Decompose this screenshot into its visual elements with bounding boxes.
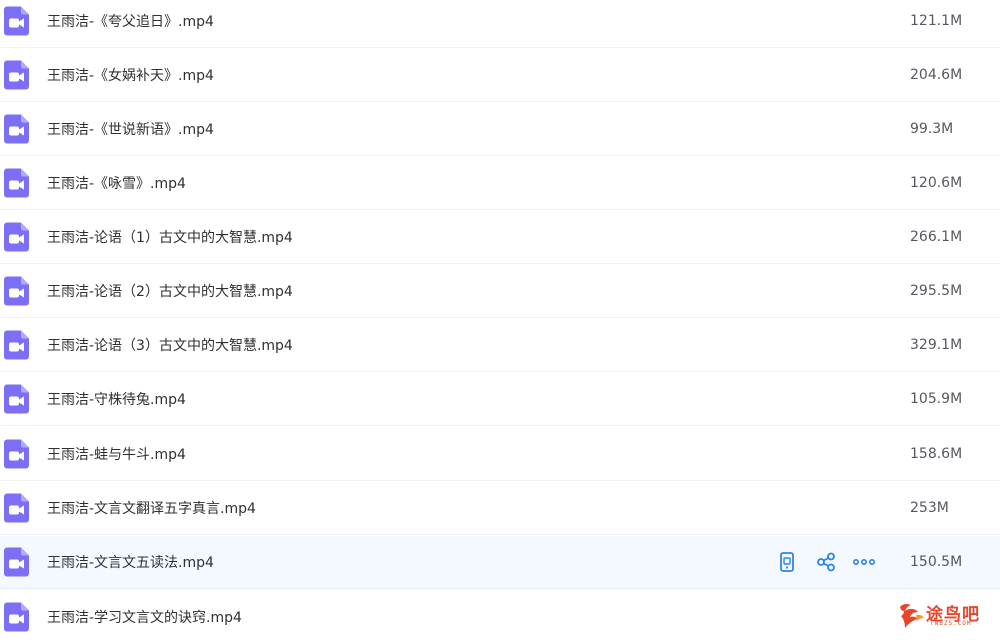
file-row[interactable]: 王雨洁-论语（2）古文中的大智慧.mp4 295.5M: [0, 265, 1000, 318]
file-name[interactable]: 王雨洁-蛙与牛斗.mp4: [47, 444, 186, 464]
video-file-icon: [4, 6, 29, 36]
file-row-hovered[interactable]: 王雨洁-文言文五读法.mp4 150.5M: [0, 536, 1000, 589]
file-name[interactable]: 王雨洁-学习文言文的诀窍.mp4: [47, 607, 242, 627]
file-size: 204.6M: [910, 67, 963, 83]
file-size: 295.5M: [910, 283, 963, 299]
file-size: 99.3M: [910, 121, 954, 137]
file-list: 王雨洁-《夸父追日》.mp4 121.1M 王雨洁-《女娲补天》.mp4 204…: [0, 0, 1000, 636]
file-size: 266.1M: [910, 229, 963, 245]
file-row[interactable]: 王雨洁-论语（3）古文中的大智慧.mp4 329.1M: [0, 319, 1000, 372]
watermark-subtext: TNBZS.COM: [930, 620, 972, 627]
file-row[interactable]: 王雨洁-《女娲补天》.mp4 204.6M: [0, 49, 1000, 102]
video-file-icon: [4, 114, 29, 144]
video-file-icon: [4, 60, 29, 90]
file-name[interactable]: 王雨洁-守株待兔.mp4: [47, 389, 186, 409]
file-row[interactable]: 王雨洁-《咏雪》.mp4 120.6M: [0, 157, 1000, 210]
phone-icon[interactable]: [776, 551, 798, 573]
file-name[interactable]: 王雨洁-《咏雪》.mp4: [47, 173, 186, 193]
video-file-icon: [4, 602, 29, 631]
file-name[interactable]: 王雨洁-论语（1）古文中的大智慧.mp4: [47, 227, 293, 247]
file-row[interactable]: 王雨洁-文言文翻译五字真言.mp4 253M: [0, 482, 1000, 535]
watermark-bird-icon: [900, 603, 924, 628]
watermark-logo: 途鸟吧 TNBZS.COM: [896, 600, 992, 630]
file-name[interactable]: 王雨洁-论语（3）古文中的大智慧.mp4: [47, 335, 293, 355]
file-row[interactable]: 王雨洁-蛙与牛斗.mp4 158.6M: [0, 428, 1000, 481]
share-icon[interactable]: [815, 551, 837, 573]
file-name[interactable]: 王雨洁-《夸父追日》.mp4: [47, 11, 214, 31]
file-name[interactable]: 王雨洁-《世说新语》.mp4: [47, 119, 214, 139]
file-name[interactable]: 王雨洁-论语（2）古文中的大智慧.mp4: [47, 281, 293, 301]
file-row[interactable]: 王雨洁-守株待兔.mp4 105.9M: [0, 373, 1000, 426]
file-name[interactable]: 王雨洁-文言文翻译五字真言.mp4: [47, 498, 256, 518]
file-size: 253M: [910, 500, 949, 516]
file-size: 121.1M: [910, 13, 963, 29]
video-file-icon: [4, 439, 29, 469]
file-name[interactable]: 王雨洁-《女娲补天》.mp4: [47, 65, 214, 85]
video-file-icon: [4, 547, 29, 577]
video-file-icon: [4, 276, 29, 306]
file-size: 150.5M: [910, 554, 963, 570]
video-file-icon: [4, 384, 29, 414]
file-size: 120.6M: [910, 175, 963, 191]
file-size: 329.1M: [910, 337, 963, 353]
file-size: 158.6M: [910, 446, 963, 462]
video-file-icon: [4, 168, 29, 198]
file-row[interactable]: 王雨洁-《世说新语》.mp4 99.3M: [0, 103, 1000, 156]
video-file-icon: [4, 493, 29, 523]
file-row[interactable]: 王雨洁-学习文言文的诀窍.mp4: [0, 590, 1000, 643]
video-file-icon: [4, 330, 29, 360]
file-size: 105.9M: [910, 391, 963, 407]
video-file-icon: [4, 222, 29, 252]
file-row[interactable]: 王雨洁-论语（1）古文中的大智慧.mp4 266.1M: [0, 211, 1000, 264]
file-row[interactable]: 王雨洁-《夸父追日》.mp4 121.1M: [0, 0, 1000, 48]
more-icon[interactable]: [853, 551, 875, 573]
file-name[interactable]: 王雨洁-文言文五读法.mp4: [47, 552, 214, 572]
